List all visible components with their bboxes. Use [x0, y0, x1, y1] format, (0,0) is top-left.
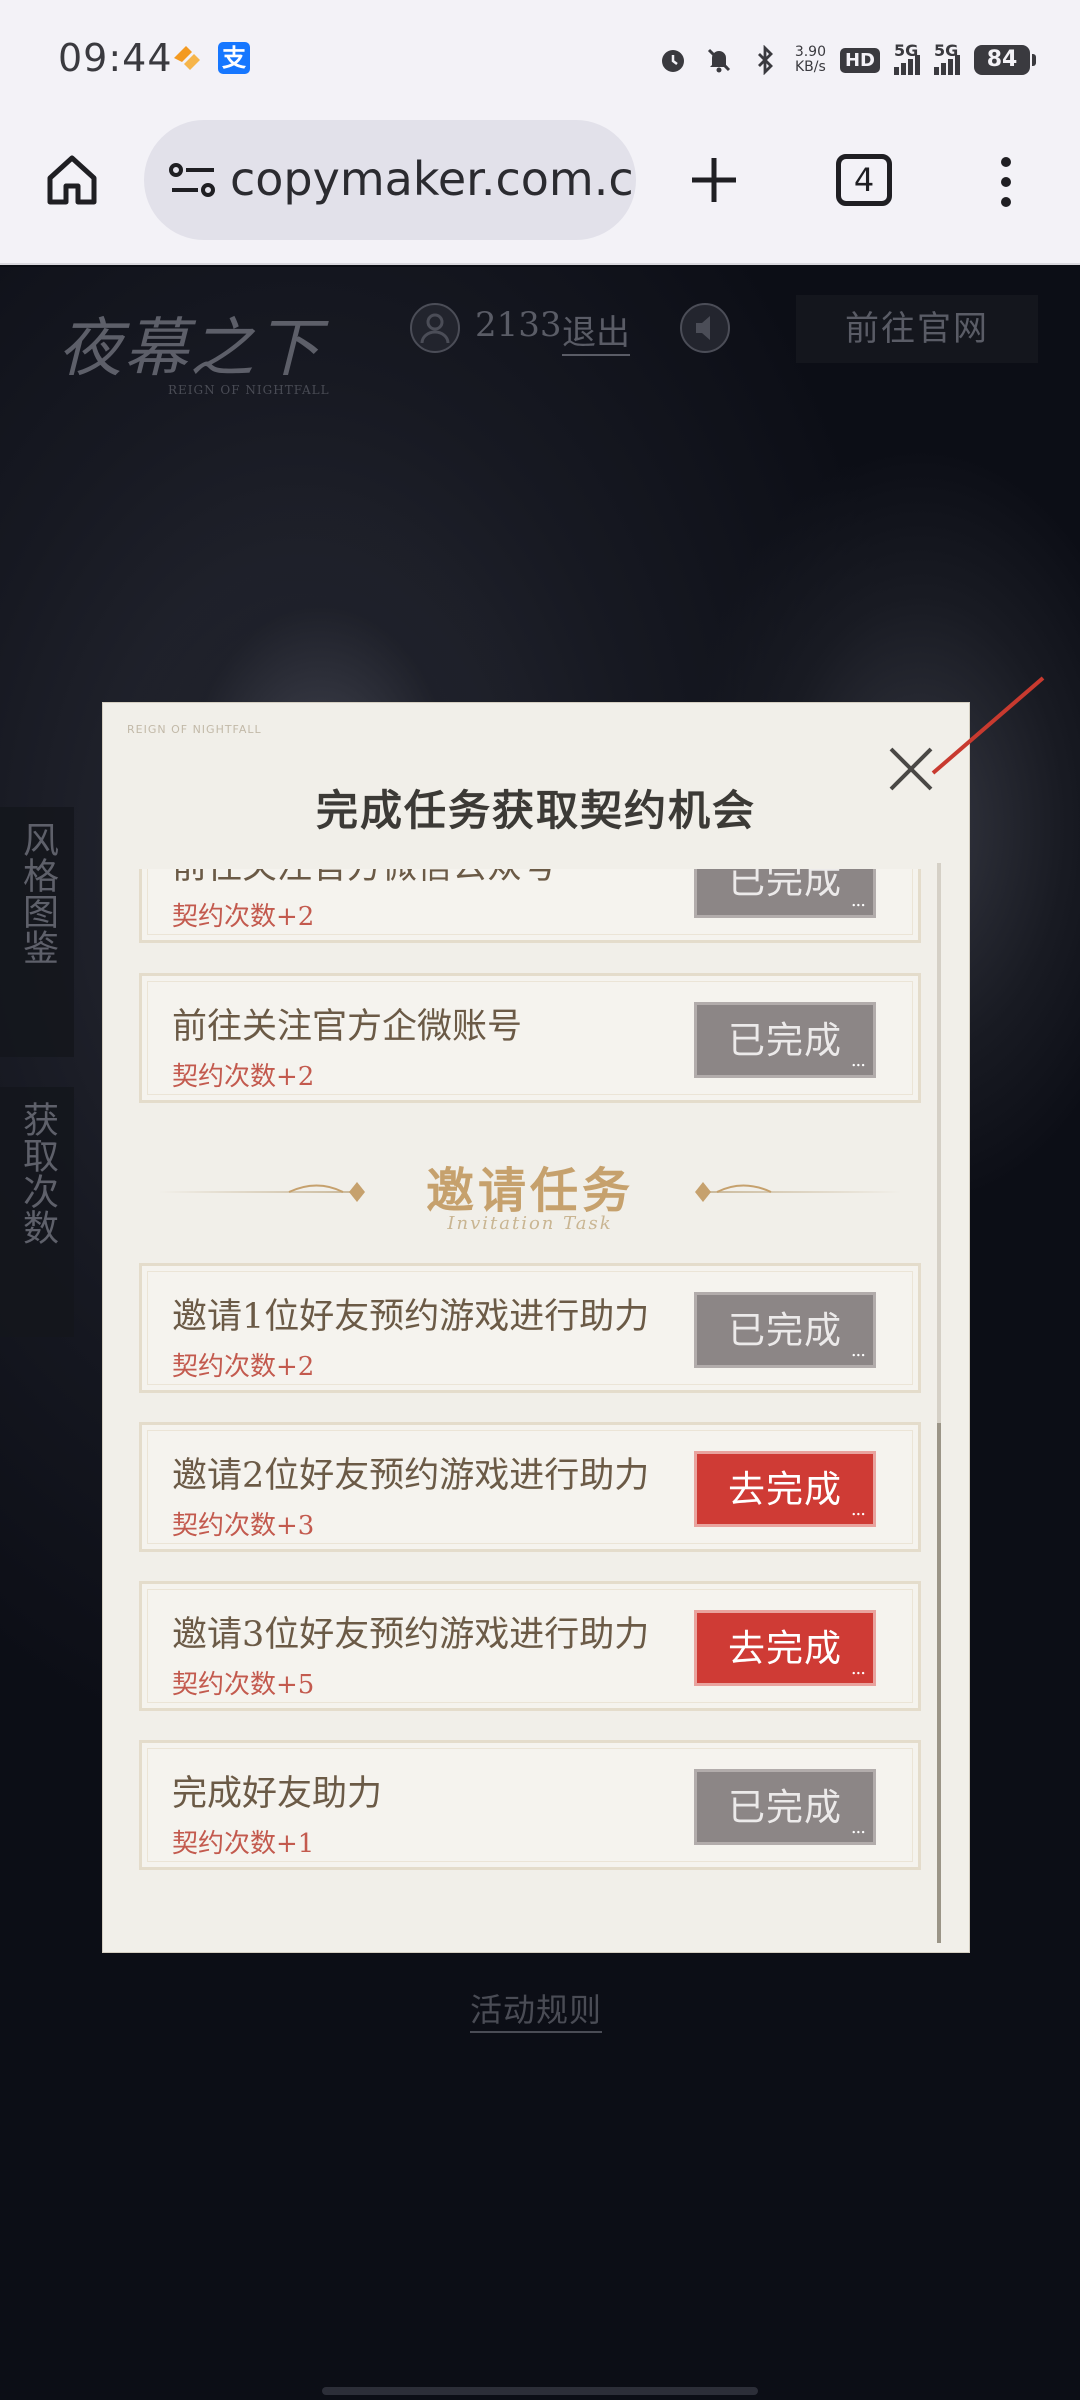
invite-section-header: 邀请任务 Invitation Task — [139, 1137, 921, 1257]
network-type-1: 5G — [894, 41, 919, 60]
task-name: 前往关注官方微信公众号 — [172, 869, 557, 889]
mute-icon — [703, 44, 735, 76]
task-completed-button[interactable]: 已完成... — [694, 1769, 876, 1845]
activity-rules-link[interactable]: 活动规则 — [470, 1985, 603, 2033]
status-icons: 3.90 KB/s HD 5G 5G 84 — [657, 40, 1036, 80]
task-modal: REIGN OF NIGHTFALL 完成任务获取契约机会 前往关注官方微信公众… — [103, 676, 1045, 1952]
site-info-icon[interactable] — [168, 160, 220, 200]
task-item: 邀请1位好友预约游戏进行助力 契约次数+2 已完成... — [139, 1263, 921, 1393]
tab-switcher-button[interactable]: 4 — [836, 154, 892, 206]
task-completed-button[interactable]: 已完成... — [694, 869, 876, 918]
task-button-label: 去完成 — [728, 1468, 842, 1511]
side-tab-get-chances[interactable]: 获取次数 — [0, 1087, 74, 1337]
task-item: 前往关注官方企微账号 契约次数+2 已完成... — [139, 973, 921, 1103]
task-button-label: 已完成 — [728, 869, 842, 902]
task-completed-button[interactable]: 已完成... — [694, 1002, 876, 1078]
task-reward: 契约次数+3 — [172, 1511, 315, 1541]
status-bar: 09:44 支 3.90 KB/s HD 5G 5G 84 — [0, 0, 1080, 110]
task-reward: 契约次数+1 — [172, 1829, 315, 1859]
net-speed: 3.90 KB/s — [795, 45, 826, 75]
red-accent-decoration — [931, 676, 1045, 775]
task-button-label: 已完成 — [728, 1309, 842, 1352]
task-button-label: 去完成 — [728, 1627, 842, 1670]
address-bar[interactable]: copymaker.com.cn — [144, 120, 636, 240]
task-reward: 契约次数+5 — [172, 1670, 315, 1700]
task-button-label: 已完成 — [728, 1786, 842, 1829]
section-subtitle: Invitation Task — [447, 1213, 613, 1234]
task-name: 邀请1位好友预约游戏进行助力 — [172, 1297, 650, 1337]
task-name: 完成好友助力 — [172, 1774, 383, 1814]
task-item: 前往关注官方微信公众号 契约次数+2 已完成... — [139, 869, 921, 943]
network-type-2: 5G — [934, 41, 959, 60]
section-title: 邀请任务 — [425, 1163, 634, 1219]
alarm-icon — [657, 44, 689, 76]
more-vert-icon[interactable] — [990, 154, 1022, 210]
modal-title: 完成任务获取契约机会 — [315, 786, 756, 835]
task-name: 邀请3位好友预约游戏进行助力 — [172, 1615, 650, 1655]
battery-icon: 84 — [974, 45, 1036, 75]
task-go-complete-button[interactable]: 去完成... — [694, 1610, 876, 1686]
user-avatar-icon — [410, 303, 460, 353]
modal-brand-mark: REIGN OF NIGHTFALL — [127, 723, 262, 736]
official-site-button[interactable]: 前往官网 — [796, 295, 1038, 363]
logout-link[interactable]: 退出 — [562, 305, 630, 356]
logo-subtitle: REIGN OF NIGHTFALL — [168, 383, 330, 397]
task-item: 邀请2位好友预约游戏进行助力 契约次数+3 去完成... — [139, 1422, 921, 1552]
side-tab-get-chances-label: 获取次数 — [17, 1101, 58, 1245]
task-completed-button[interactable]: 已完成... — [694, 1292, 876, 1368]
side-tab-style-gallery-label: 风格图鉴 — [17, 821, 58, 965]
signal-icon-1: 5G — [894, 41, 920, 75]
plus-icon[interactable] — [684, 150, 744, 210]
task-item: 完成好友助力 契约次数+1 已完成... — [139, 1740, 921, 1870]
app-notification-icon — [174, 46, 200, 70]
net-speed-value: 3.90 — [794, 44, 826, 60]
net-speed-unit: KB/s — [795, 59, 826, 75]
task-name: 邀请2位好友预约游戏进行助力 — [172, 1456, 650, 1496]
music-toggle-icon[interactable] — [680, 303, 730, 353]
logo-text: 夜幕之下 — [58, 312, 322, 386]
status-time: 09:44 — [58, 36, 173, 80]
home-icon[interactable] — [42, 150, 102, 210]
task-name: 前往关注官方企微账号 — [172, 1007, 523, 1047]
task-reward: 契约次数+2 — [172, 1062, 315, 1092]
task-item: 邀请3位好友预约游戏进行助力 契约次数+5 去完成... — [139, 1581, 921, 1711]
url-text: copymaker.com.cn — [230, 152, 636, 206]
game-logo: 夜幕之下 REIGN OF NIGHTFALL — [58, 297, 330, 397]
task-reward: 契约次数+2 — [172, 1352, 315, 1382]
bluetooth-icon — [749, 44, 781, 76]
browser-toolbar: copymaker.com.cn 4 — [0, 110, 1080, 265]
user-id: 2133 — [475, 305, 562, 345]
task-button-label: 已完成 — [728, 1019, 842, 1062]
scroll-thumb[interactable] — [937, 1423, 941, 1943]
task-list: 前往关注官方微信公众号 契约次数+2 已完成... 前往关注官方企微账号 契约次… — [139, 869, 921, 1929]
alipay-notification-icon: 支 — [218, 42, 250, 74]
close-icon[interactable] — [881, 739, 941, 799]
task-go-complete-button[interactable]: 去完成... — [694, 1451, 876, 1527]
hd-voice-icon: HD — [839, 47, 880, 73]
task-reward: 契约次数+2 — [172, 902, 315, 932]
signal-icon-2: 5G — [934, 41, 960, 75]
gesture-bar — [322, 2387, 758, 2395]
side-tab-style-gallery[interactable]: 风格图鉴 — [0, 807, 74, 1057]
